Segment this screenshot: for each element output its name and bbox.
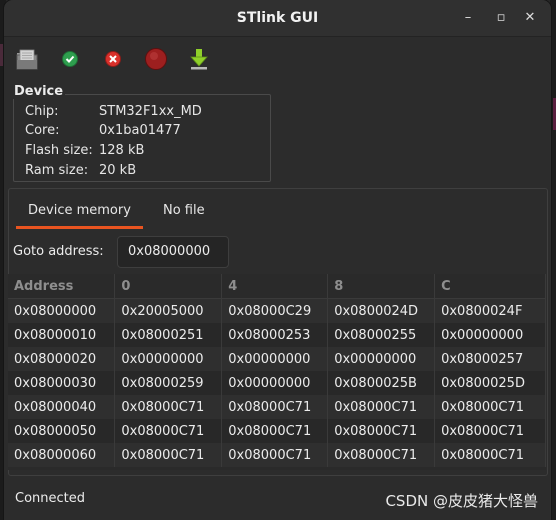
address-cell[interactable]: 0x08000010 <box>8 323 116 347</box>
core-value: 0x1ba01477 <box>99 123 181 138</box>
flash-download-icon[interactable] <box>187 47 211 71</box>
flash-size-label: Flash size: <box>25 143 93 158</box>
address-cell[interactable]: 0x08000060 <box>8 443 116 467</box>
data-cell[interactable]: 0x08000255 <box>327 323 436 347</box>
data-cell[interactable]: 0x08000C71 <box>221 443 329 467</box>
column-header-c[interactable]: C <box>434 274 546 299</box>
memory-table[interactable]: Address 0 4 8 C 0x08000000 0x20005000 0x… <box>8 274 546 470</box>
stop-icon[interactable] <box>144 47 168 71</box>
data-cell[interactable]: 0x08000C71 <box>114 443 223 467</box>
tab-no-file[interactable]: No file <box>163 203 205 218</box>
data-cell[interactable]: 0x0800025B <box>327 371 436 395</box>
table-header-row: Address 0 4 8 C <box>8 274 546 299</box>
data-cell[interactable]: 0x20005000 <box>114 298 223 323</box>
toolbar <box>4 37 551 79</box>
connect-icon[interactable] <box>58 47 82 71</box>
data-cell[interactable]: 0x00000000 <box>327 347 436 371</box>
data-cell[interactable]: 0x08000C71 <box>221 395 329 419</box>
address-cell[interactable]: 0x08000040 <box>8 395 116 419</box>
data-cell[interactable]: 0x08000253 <box>221 323 329 347</box>
data-cell[interactable]: 0x08000C71 <box>221 419 329 443</box>
data-cell[interactable]: 0x0800025D <box>434 371 546 395</box>
data-cell[interactable]: 0x00000000 <box>114 347 223 371</box>
column-header-address[interactable]: Address <box>8 274 116 299</box>
table-row[interactable]: 0x08000010 0x08000251 0x08000253 0x08000… <box>8 323 546 347</box>
ram-size-value: 20 kB <box>99 163 137 178</box>
data-cell[interactable]: 0x08000C71 <box>327 395 436 419</box>
table-row[interactable]: 0x08000000 0x20005000 0x08000C29 0x08000… <box>8 298 546 323</box>
close-button[interactable]: ✕ <box>520 8 540 28</box>
data-cell[interactable]: 0x08000C29 <box>221 298 329 323</box>
address-cell[interactable]: 0x08000000 <box>8 298 116 323</box>
status-bar: Connected CSDN @皮皮猪大怪兽 <box>8 480 551 520</box>
tab-device-memory[interactable]: Device memory <box>28 203 131 218</box>
goto-address-input[interactable]: 0x08000000 <box>117 236 229 268</box>
column-header-8[interactable]: 8 <box>327 274 436 299</box>
watermark: CSDN @皮皮猪大怪兽 <box>385 492 538 510</box>
data-cell[interactable]: 0x08000C71 <box>114 419 223 443</box>
disconnect-icon[interactable] <box>101 47 125 71</box>
flash-size-value: 128 kB <box>99 143 145 158</box>
data-cell[interactable]: 0x08000C71 <box>114 395 223 419</box>
column-header-0[interactable]: 0 <box>114 274 223 299</box>
data-cell[interactable]: 0x08000C71 <box>327 443 436 467</box>
app-window: STlink GUI – ▫ ✕ Device Chip: STM32F1xx_… <box>4 0 551 520</box>
chip-label: Chip: <box>25 104 59 119</box>
minimize-button[interactable]: – <box>458 8 478 28</box>
data-cell[interactable]: 0x08000C71 <box>327 419 436 443</box>
data-cell[interactable]: 0x08000259 <box>114 371 223 395</box>
data-cell[interactable]: 0x08000C71 <box>434 395 546 419</box>
data-cell[interactable]: 0x08000C71 <box>434 443 546 467</box>
ram-size-label: Ram size: <box>25 163 89 178</box>
data-cell[interactable]: 0x08000C71 <box>434 419 546 443</box>
data-cell[interactable]: 0x00000000 <box>434 323 546 347</box>
active-tab-indicator <box>16 226 143 229</box>
table-row[interactable]: 0x08000060 0x08000C71 0x08000C71 0x08000… <box>8 443 546 467</box>
column-header-4[interactable]: 4 <box>221 274 329 299</box>
data-cell[interactable]: 0x08000257 <box>434 347 546 371</box>
table-row[interactable]: 0x08000020 0x00000000 0x00000000 0x00000… <box>8 347 546 371</box>
address-cell[interactable]: 0x08000050 <box>8 419 116 443</box>
connection-status: Connected <box>15 491 86 506</box>
maximize-button[interactable]: ▫ <box>491 8 511 28</box>
table-row[interactable]: 0x08000050 0x08000C71 0x08000C71 0x08000… <box>8 419 546 443</box>
data-cell[interactable]: 0x0800024D <box>327 298 436 323</box>
goto-address-label: Goto address: <box>13 244 104 259</box>
table-row[interactable]: 0x08000030 0x08000259 0x00000000 0x08000… <box>8 371 546 395</box>
address-cell[interactable]: 0x08000030 <box>8 371 116 395</box>
data-cell[interactable]: 0x08000251 <box>114 323 223 347</box>
chip-value: STM32F1xx_MD <box>99 104 202 119</box>
background-window-edge <box>0 44 3 66</box>
open-file-icon[interactable] <box>15 47 39 71</box>
table-row[interactable]: 0x08000040 0x08000C71 0x08000C71 0x08000… <box>8 395 546 419</box>
data-cell[interactable]: 0x00000000 <box>221 371 329 395</box>
address-cell[interactable]: 0x08000020 <box>8 347 116 371</box>
core-label: Core: <box>25 123 60 138</box>
data-cell[interactable]: 0x0800024F <box>434 298 546 323</box>
device-group-title: Device <box>13 84 66 99</box>
data-cell[interactable]: 0x00000000 <box>221 347 329 371</box>
title-bar[interactable]: STlink GUI – ▫ ✕ <box>4 0 551 37</box>
